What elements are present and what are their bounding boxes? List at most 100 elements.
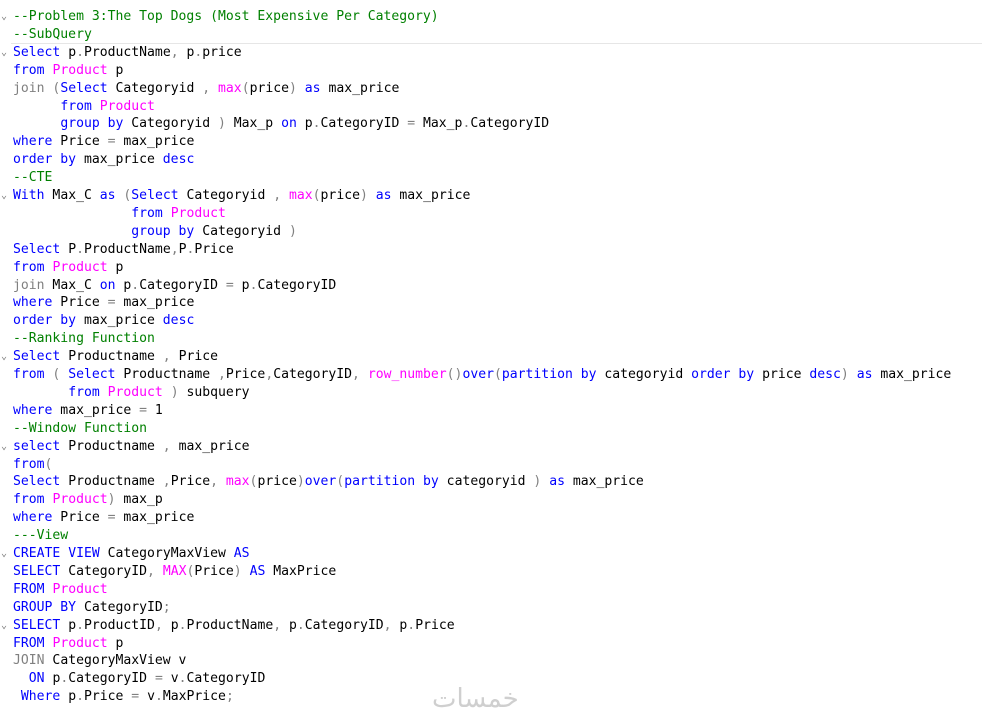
code-line[interactable]: order by max_price desc (13, 151, 194, 169)
code-line[interactable]: --Problem 3:The Top Dogs (Most Expensive… (13, 8, 439, 26)
code-line[interactable]: GROUP BY CategoryID; (13, 599, 171, 617)
code-token: Price (52, 510, 108, 526)
code-line[interactable]: where max_price = 1 (13, 402, 163, 420)
sql-code-editor[interactable]: --Problem 3:The Top Dogs (Most Expensive… (0, 0, 982, 727)
code-token: CategoryID (60, 563, 148, 579)
keyword-token: as (375, 188, 392, 203)
code-token: categoryid (438, 474, 534, 490)
code-line[interactable]: from( (13, 456, 52, 474)
code-line[interactable]: join Max_C on p.CategoryID = p.CategoryI… (13, 277, 336, 295)
code-line[interactable]: CREATE VIEW CategoryMaxView AS (13, 545, 250, 563)
keyword-token: Select (68, 367, 116, 382)
code-line[interactable]: where Price = max_price (13, 133, 194, 151)
keyword-token: CREATE (13, 546, 61, 561)
code-line[interactable]: group by Categoryid ) Max_p on p.Categor… (13, 115, 549, 133)
keyword-token: AS (249, 563, 266, 579)
code-token: max_price (872, 367, 952, 382)
code-token: max_price (170, 438, 250, 454)
operator-token: ( (44, 456, 53, 472)
code-token: Productname (60, 474, 163, 490)
code-token: p (60, 44, 77, 60)
keyword-token: Select (13, 474, 61, 490)
code-line[interactable]: SELECT CategoryID, MAX(Price) AS MaxPric… (13, 563, 336, 581)
collapse-region-icon[interactable]: ⌄ (1, 187, 11, 205)
function-token: Product (107, 384, 163, 400)
code-token: CategoryID (470, 116, 550, 132)
code-line[interactable]: --SubQuery (13, 26, 92, 44)
code-token: Categoryid (107, 80, 203, 96)
code-line[interactable]: from Product p (13, 259, 123, 277)
operator-token: , (162, 474, 171, 490)
operator-token: join (13, 277, 45, 293)
code-line[interactable]: from ( Select Productname ,Price,Categor… (13, 366, 951, 384)
code-line[interactable]: where Price = max_price (13, 294, 194, 312)
function-token: Product (52, 492, 108, 508)
code-line[interactable]: from Product p (13, 62, 123, 80)
code-token: Productname (115, 367, 218, 382)
operator-token: . (76, 617, 84, 633)
operator-token: ) (107, 492, 116, 508)
collapse-region-icon[interactable]: ⌄ (1, 617, 11, 635)
code-line[interactable]: from Product (13, 98, 155, 116)
code-line[interactable]: FROM Product p (13, 635, 123, 653)
code-token: p (296, 116, 313, 132)
code-line[interactable]: where Price = max_price (13, 509, 194, 527)
code-line[interactable]: ON p.CategoryID = v.CategoryID (13, 670, 266, 688)
code-line[interactable]: order by max_price desc (13, 312, 194, 330)
code-line[interactable]: group by Categoryid ) (13, 223, 297, 241)
keyword-token: Select (60, 80, 108, 96)
keyword-token: from (68, 384, 100, 400)
code-token: Productname (60, 349, 163, 365)
code-line[interactable]: Select Productname , Price (13, 348, 218, 366)
code-line[interactable]: Select P.ProductName,P.Price (13, 241, 234, 259)
keyword-token: GROUP BY (13, 599, 77, 615)
code-token: max_price (115, 134, 195, 150)
operator-token: , (162, 438, 171, 454)
code-token: Max_p (415, 116, 463, 132)
operator-token: () (446, 367, 463, 382)
code-line[interactable]: select Productname , max_price (13, 438, 250, 456)
code-line[interactable]: With Max_C as (Select Categoryid , max(p… (13, 187, 470, 205)
code-token: CategoryID (76, 599, 163, 615)
code-line[interactable]: from Product) max_p (13, 491, 163, 509)
operator-token: ) (218, 116, 226, 132)
code-line[interactable]: Select p.ProductName, p.price (13, 44, 242, 62)
code-token: ProductName (83, 44, 171, 60)
code-line[interactable]: from Product (13, 205, 226, 223)
function-token: Product (52, 635, 108, 651)
code-token: ProductName (83, 241, 171, 257)
collapse-region-icon[interactable]: ⌄ (1, 44, 11, 62)
operator-token: ) (296, 474, 305, 490)
collapse-region-icon[interactable]: ⌄ (1, 8, 11, 26)
code-line[interactable]: Select Productname ,Price, max (price)ove… (13, 473, 644, 491)
keyword-token: order by (691, 367, 755, 382)
operator-token: . (178, 671, 187, 687)
operator-token: , (352, 367, 360, 382)
function-token: Product (99, 98, 155, 114)
code-line[interactable]: FROM Product (13, 581, 108, 599)
operator-token: ( (241, 80, 250, 96)
code-token: p (107, 62, 124, 78)
operator-token: , (210, 474, 218, 490)
code-line[interactable]: --CTE (13, 169, 52, 187)
keyword-token: FROM (13, 581, 45, 597)
keyword-token: VIEW (68, 546, 100, 561)
code-line[interactable]: from Product ) subquery (13, 384, 249, 402)
operator-token: ( (115, 188, 132, 203)
operator-token: ; (162, 599, 171, 615)
collapse-region-icon[interactable]: ⌄ (1, 438, 11, 456)
code-token: max_price (76, 313, 163, 329)
keyword-token: from (13, 259, 45, 275)
keyword-token: SELECT (13, 563, 61, 579)
collapse-region-icon[interactable]: ⌄ (1, 348, 11, 366)
code-line[interactable]: JOIN CategoryMaxView v (13, 652, 186, 670)
code-line[interactable]: --Window Function (13, 420, 147, 438)
code-line[interactable]: join (Select Categoryid , max(price) as … (13, 80, 399, 98)
code-line[interactable]: Where p.Price = v.MaxPrice; (13, 688, 234, 706)
collapse-region-icon[interactable]: ⌄ (1, 545, 11, 563)
code-line[interactable]: ---View (13, 527, 68, 545)
code-line[interactable]: --Ranking Function (13, 330, 155, 348)
code-line[interactable]: SELECT p.ProductID, p.ProductName, p.Cat… (13, 617, 455, 635)
